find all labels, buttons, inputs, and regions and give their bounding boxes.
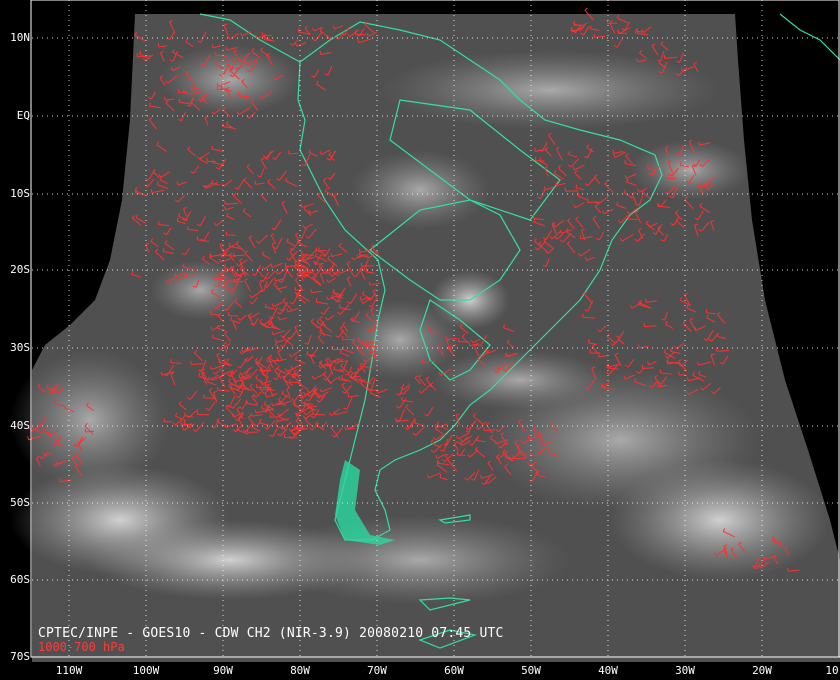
- wind-barb-tick: [670, 347, 672, 352]
- wind-barb-tick: [584, 7, 588, 11]
- wind-barb: [233, 254, 245, 257]
- wind-barb-tick: [638, 344, 640, 349]
- wind-barb-tick: [209, 253, 211, 257]
- lon-label-40w: 40W: [598, 664, 618, 677]
- wind-barb-tick: [184, 272, 187, 277]
- lon-label-30w: 30W: [675, 664, 695, 677]
- lat-label-eq: EQ: [16, 109, 30, 122]
- lon-label-10w: 10: [825, 664, 839, 677]
- wind-barb-tick: [212, 159, 214, 163]
- wind-barb-tick: [347, 393, 350, 398]
- lat-label-50s: 50S: [10, 496, 30, 509]
- lon-label-20w: 20W: [752, 664, 772, 677]
- wind-barb-tick: [698, 141, 701, 146]
- lat-label-40s: 40S: [10, 419, 30, 432]
- wind-barb-tick: [178, 98, 181, 103]
- wind-barb-tick: [274, 338, 277, 343]
- lon-label-100w: 100W: [132, 664, 160, 677]
- wind-barb: [206, 160, 217, 163]
- wind-barb-tick: [245, 399, 248, 404]
- lon-label-60w: 60W: [444, 664, 464, 677]
- wind-barb-tick: [606, 364, 608, 368]
- wind-barb-tick: [162, 247, 165, 252]
- wind-barb-tick: [679, 161, 682, 166]
- satellite-map: [10, 0, 840, 662]
- wind-barb-tick: [445, 336, 448, 340]
- wind-barb-tick: [338, 304, 341, 308]
- lon-label-80w: 80W: [290, 664, 310, 677]
- pressure-level-caption: 1000-700 hPa: [38, 640, 125, 654]
- lat-label-20s: 20S: [10, 263, 30, 276]
- lat-label-10n: 10N: [10, 31, 30, 44]
- wind-barb-tick: [365, 268, 368, 272]
- wind-barb-tick: [590, 25, 592, 29]
- wind-barb-tick: [300, 399, 303, 403]
- wind-barb: [513, 457, 525, 460]
- wind-barb-tick: [534, 147, 536, 152]
- wind-barb-tick: [228, 242, 231, 247]
- wind-barb-tick: [401, 396, 403, 401]
- wind-barb-tick: [266, 358, 268, 363]
- wind-barb-tick: [149, 102, 151, 107]
- lat-label-10s: 10S: [10, 187, 30, 200]
- wind-barb: [361, 265, 375, 267]
- wind-barb-tick: [587, 339, 590, 344]
- wind-barb-tick: [601, 383, 604, 388]
- wind-barb: [535, 436, 544, 439]
- wind-barb-tick: [164, 96, 166, 101]
- wind-barb: [191, 363, 204, 365]
- wind-barb: [288, 152, 299, 155]
- wind-barb: [366, 346, 377, 348]
- wind-barb-tick: [344, 425, 346, 430]
- wind-barb-tick: [265, 303, 267, 308]
- wind-barb-tick: [635, 29, 637, 33]
- wind-barb: [668, 177, 677, 180]
- wind-barb-tick: [184, 412, 186, 416]
- lon-label-90w: 90W: [213, 664, 233, 677]
- wind-barb-tick: [150, 189, 153, 193]
- wind-barb-tick: [645, 298, 647, 303]
- wind-barb: [284, 436, 295, 439]
- wind-barb: [716, 350, 729, 352]
- lat-label-60s: 60S: [10, 573, 30, 586]
- lon-label-70w: 70W: [367, 664, 387, 677]
- wind-barb-tick: [211, 145, 214, 150]
- wind-barb-tick: [319, 50, 322, 55]
- wind-barb-tick: [250, 412, 253, 417]
- wind-barb-tick: [579, 235, 582, 239]
- wind-barb-tick: [657, 383, 659, 388]
- wind-barb-tick: [636, 58, 638, 62]
- lon-label-50w: 50W: [521, 664, 541, 677]
- wind-barb-tick: [239, 93, 241, 98]
- wind-barb-tick: [193, 84, 195, 89]
- wind-barb-tick: [612, 149, 614, 154]
- wind-barb-tick: [338, 375, 340, 380]
- wind-barb-tick: [315, 298, 318, 303]
- wind-barb-tick: [527, 434, 530, 439]
- wind-barb-tick: [196, 236, 199, 240]
- wind-barb-tick: [436, 459, 439, 464]
- wind-barb-tick: [59, 478, 61, 482]
- lat-label-70s: 70S: [10, 650, 30, 663]
- wind-barb: [228, 315, 239, 317]
- wind-barb-tick: [254, 180, 257, 185]
- wind-barb-tick: [598, 353, 600, 357]
- lon-label-110w: 110W: [55, 664, 83, 677]
- wind-barb: [337, 360, 349, 363]
- wind-barb-tick: [310, 289, 312, 293]
- wind-barb-tick: [624, 160, 626, 164]
- wind-barb-tick: [666, 360, 668, 365]
- wind-barb-tick: [476, 436, 478, 441]
- wind-barb-tick: [349, 374, 351, 379]
- wind-barb: [627, 218, 638, 220]
- wind-barb: [363, 342, 375, 344]
- lat-label-30s: 30S: [10, 341, 30, 354]
- wind-barb: [170, 362, 182, 364]
- wind-barb-tick: [182, 89, 185, 93]
- image-caption: CPTEC/INPE - GOES10 - CDW CH2 (NIR-3.9) …: [38, 626, 504, 641]
